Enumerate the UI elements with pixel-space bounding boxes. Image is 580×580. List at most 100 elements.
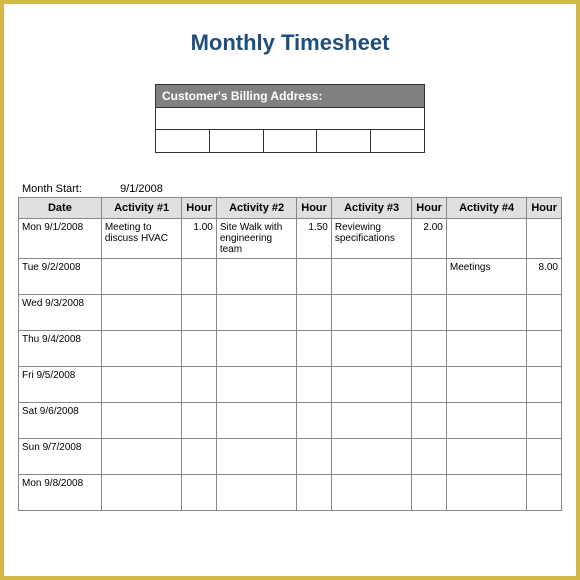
- hour-cell: [182, 439, 217, 475]
- activity-cell: [101, 439, 182, 475]
- date-cell: Wed 9/3/2008: [19, 295, 102, 331]
- activity-cell: [101, 331, 182, 367]
- col-hour4: Hour: [527, 198, 562, 219]
- document-frame: Monthly Timesheet Customer's Billing Add…: [0, 0, 580, 580]
- activity-cell: [446, 331, 527, 367]
- date-cell: Sat 9/6/2008: [19, 403, 102, 439]
- activity-cell: [331, 403, 412, 439]
- activity-cell: [331, 475, 412, 511]
- month-start-label: Month Start:: [22, 183, 117, 195]
- activity-cell: Meetings: [446, 259, 527, 295]
- billing-header: Customer's Billing Address:: [156, 85, 424, 108]
- activity-cell: [446, 475, 527, 511]
- activity-cell: [216, 259, 297, 295]
- activity-cell: [101, 295, 182, 331]
- hour-cell: [297, 403, 332, 439]
- billing-row-1: [156, 108, 424, 130]
- col-date: Date: [19, 198, 102, 219]
- billing-address-box: Customer's Billing Address:: [155, 84, 425, 153]
- activity-cell: Reviewing specifications: [331, 219, 412, 259]
- hour-cell: [527, 475, 562, 511]
- page-title: Monthly Timesheet: [18, 30, 562, 56]
- col-activity1: Activity #1: [101, 198, 182, 219]
- table-row: Fri 9/5/2008: [19, 367, 562, 403]
- hour-cell: [412, 475, 447, 511]
- activity-cell: [331, 259, 412, 295]
- hour-cell: [182, 403, 217, 439]
- col-activity4: Activity #4: [446, 198, 527, 219]
- month-start-value: 9/1/2008: [120, 183, 163, 195]
- table-row: Mon 9/8/2008: [19, 475, 562, 511]
- date-cell: Sun 9/7/2008: [19, 439, 102, 475]
- hour-cell: [412, 367, 447, 403]
- table-row: Tue 9/2/2008Meetings8.00: [19, 259, 562, 295]
- header-row: Date Activity #1 Hour Activity #2 Hour A…: [19, 198, 562, 219]
- activity-cell: [446, 367, 527, 403]
- activity-cell: [331, 439, 412, 475]
- activity-cell: [216, 439, 297, 475]
- table-row: Mon 9/1/2008Meeting to discuss HVAC1.00S…: [19, 219, 562, 259]
- col-hour3: Hour: [412, 198, 447, 219]
- hour-cell: [297, 259, 332, 295]
- hour-cell: 1.00: [182, 219, 217, 259]
- hour-cell: [182, 331, 217, 367]
- hour-cell: [527, 439, 562, 475]
- billing-cell: [317, 130, 371, 152]
- hour-cell: [182, 475, 217, 511]
- hour-cell: [297, 475, 332, 511]
- activity-cell: Site Walk with engineering team: [216, 219, 297, 259]
- hour-cell: [297, 439, 332, 475]
- col-hour2: Hour: [297, 198, 332, 219]
- activity-cell: [446, 439, 527, 475]
- date-cell: Fri 9/5/2008: [19, 367, 102, 403]
- timesheet-table: Date Activity #1 Hour Activity #2 Hour A…: [18, 197, 562, 511]
- activity-cell: [101, 367, 182, 403]
- hour-cell: [182, 259, 217, 295]
- col-activity2: Activity #2: [216, 198, 297, 219]
- billing-cell: [264, 130, 318, 152]
- activity-cell: [331, 367, 412, 403]
- activity-cell: [216, 403, 297, 439]
- table-row: Sun 9/7/2008: [19, 439, 562, 475]
- date-cell: Mon 9/1/2008: [19, 219, 102, 259]
- hour-cell: [297, 295, 332, 331]
- col-activity3: Activity #3: [331, 198, 412, 219]
- col-hour1: Hour: [182, 198, 217, 219]
- hour-cell: [527, 331, 562, 367]
- hour-cell: [527, 367, 562, 403]
- hour-cell: [527, 295, 562, 331]
- activity-cell: [331, 295, 412, 331]
- activity-cell: [331, 331, 412, 367]
- activity-cell: [101, 259, 182, 295]
- activity-cell: [101, 475, 182, 511]
- billing-cell: [210, 130, 264, 152]
- activity-cell: [216, 331, 297, 367]
- hour-cell: 1.50: [297, 219, 332, 259]
- hour-cell: [182, 295, 217, 331]
- hour-cell: [412, 259, 447, 295]
- hour-cell: [527, 403, 562, 439]
- date-cell: Tue 9/2/2008: [19, 259, 102, 295]
- billing-cell: [156, 130, 210, 152]
- activity-cell: [216, 367, 297, 403]
- hour-cell: [412, 295, 447, 331]
- hour-cell: [527, 219, 562, 259]
- table-row: Sat 9/6/2008: [19, 403, 562, 439]
- table-row: Thu 9/4/2008: [19, 331, 562, 367]
- billing-cell: [371, 130, 424, 152]
- activity-cell: [101, 403, 182, 439]
- hour-cell: [297, 367, 332, 403]
- month-start-row: Month Start: 9/1/2008: [22, 183, 562, 195]
- hour-cell: [297, 331, 332, 367]
- hour-cell: [182, 367, 217, 403]
- activity-cell: [216, 295, 297, 331]
- activity-cell: [446, 403, 527, 439]
- hour-cell: [412, 439, 447, 475]
- table-row: Wed 9/3/2008: [19, 295, 562, 331]
- activity-cell: [446, 295, 527, 331]
- activity-cell: [446, 219, 527, 259]
- timesheet-body: Mon 9/1/2008Meeting to discuss HVAC1.00S…: [19, 219, 562, 511]
- hour-cell: [412, 403, 447, 439]
- hour-cell: [412, 331, 447, 367]
- hour-cell: 2.00: [412, 219, 447, 259]
